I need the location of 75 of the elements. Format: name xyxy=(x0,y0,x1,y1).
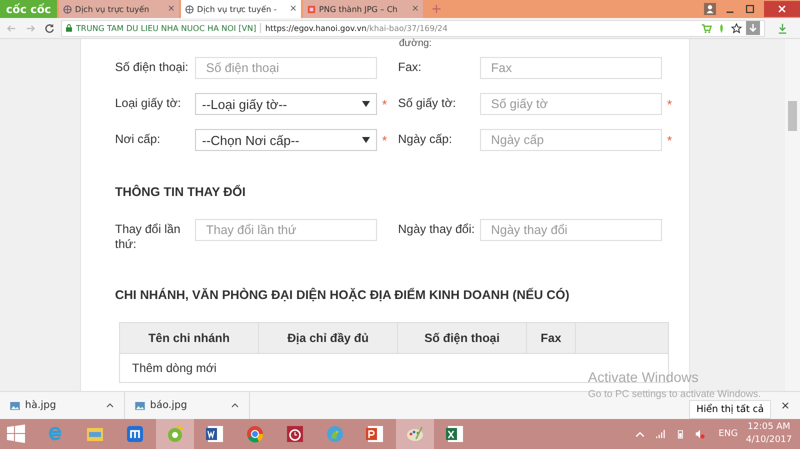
close-icon[interactable] xyxy=(764,1,800,17)
field-label: Nơi cấp: xyxy=(115,131,162,147)
image-file-icon xyxy=(135,402,145,410)
p-document-icon xyxy=(365,424,385,444)
column-header: Địa chỉ đầy đủ xyxy=(258,322,398,354)
site-identity: TRUNG TAM DU LIEU NHA NUOC HA NOI [VN] xyxy=(76,24,256,32)
muted-speaker-icon[interactable] xyxy=(695,429,706,439)
activation-title: Activate Windows xyxy=(588,369,700,385)
input-field[interactable]: Fax xyxy=(480,57,662,79)
input-field[interactable]: Thay đổi lần thứ xyxy=(195,219,377,241)
column-header: Fax xyxy=(526,322,576,354)
globe-icon xyxy=(63,4,72,14)
cart-icon[interactable] xyxy=(701,22,712,34)
back-icon[interactable] xyxy=(6,22,17,34)
dropdown[interactable]: --Chọn Nơi cấp-- xyxy=(195,129,377,151)
browser-tab[interactable]: PNG thành JPG – Ch × xyxy=(303,0,424,18)
section-heading: THÔNG TIN THAY ĐỔI xyxy=(115,185,247,199)
close-tab-button[interactable]: × xyxy=(167,4,176,14)
chevron-up-icon xyxy=(106,403,114,408)
section-heading: CHI NHÁNH, VĂN PHÒNG ĐẠI DIỆN HOẶC ĐỊA ĐIỂM KINH DOANH (NẾU CÓ) xyxy=(115,288,570,302)
required-mark: * xyxy=(667,133,672,148)
input-field[interactable]: Số giấy tờ xyxy=(480,93,662,115)
input-field[interactable]: Ngày cấp xyxy=(480,129,662,151)
close-tab-button[interactable]: × xyxy=(411,4,420,14)
field-label: Ngày cấp: xyxy=(398,131,454,147)
required-mark: * xyxy=(382,97,388,112)
column-header: Số điện thoại xyxy=(398,322,526,354)
chevron-up-icon[interactable] xyxy=(635,429,646,439)
round-logo-icon xyxy=(245,424,265,444)
lock-icon xyxy=(66,24,72,32)
address-bar[interactable]: TRUNG TAM DU LIEU NHA NUOC HA NOI [VN] https://egov.hanoi.gov.vn/khai-bao/37/169/24 xyxy=(61,20,765,36)
field-label: Thay đổi lần thứ: xyxy=(115,221,182,252)
column-header: Tên chi nhánh xyxy=(120,322,258,354)
close-button[interactable]: × xyxy=(770,399,800,412)
m-logo-icon xyxy=(125,424,145,444)
w-document-icon xyxy=(205,424,225,444)
maximize-icon[interactable] xyxy=(744,3,756,15)
field-label: đường: xyxy=(399,39,433,49)
browser-tab[interactable]: Dịch vụ trực tuyến × xyxy=(59,0,180,18)
parrot-icon xyxy=(325,424,345,444)
field-label: Loại giấy tờ: xyxy=(115,95,182,111)
chevron-up-icon xyxy=(231,403,239,408)
activation-message: Go to PC settings to activate Windows. xyxy=(588,389,761,400)
required-mark: * xyxy=(382,133,388,148)
field-label: Fax: xyxy=(398,59,422,75)
caret-icon xyxy=(362,101,370,107)
input-field[interactable]: Số điện thoại xyxy=(195,57,377,79)
required-mark: * xyxy=(667,97,672,112)
close-tab-button[interactable]: × xyxy=(289,4,298,14)
signal-icon[interactable] xyxy=(655,429,666,439)
reload-icon[interactable] xyxy=(44,22,55,34)
alarm-clock-icon xyxy=(285,424,305,444)
user-icon[interactable] xyxy=(704,3,716,15)
caret-icon xyxy=(362,137,370,143)
palette-icon xyxy=(405,424,425,444)
forward-icon[interactable] xyxy=(25,22,36,34)
globe-icon xyxy=(185,4,194,14)
windows-logo-icon[interactable] xyxy=(6,424,26,444)
download-icon[interactable] xyxy=(777,22,788,34)
field-label: Số điện thoại: xyxy=(115,59,190,75)
input-field[interactable]: Ngày thay đổi xyxy=(480,219,662,241)
star-icon[interactable] xyxy=(731,22,742,34)
add-row-link[interactable]: Thêm dòng mới xyxy=(132,361,217,375)
ring-logo-icon xyxy=(165,424,185,444)
scrollbar[interactable] xyxy=(785,39,800,391)
url-text: https://egov.hanoi.gov.vn/khai-bao/37/169/24 xyxy=(265,24,449,32)
battery-icon[interactable] xyxy=(675,429,686,439)
image-file-icon xyxy=(10,402,20,410)
show-all-button[interactable]: Hiển thị tất cả xyxy=(689,400,771,419)
field-label: Số giấy tờ: xyxy=(398,95,457,111)
dropdown[interactable]: --Loại giấy tờ-- xyxy=(195,93,377,115)
image-icon xyxy=(307,4,316,14)
x-spreadsheet-icon xyxy=(445,424,465,444)
browser-tab[interactable]: Dịch vụ trực tuyến - × xyxy=(181,0,302,18)
field-label: Ngày thay đổi: xyxy=(398,221,476,237)
